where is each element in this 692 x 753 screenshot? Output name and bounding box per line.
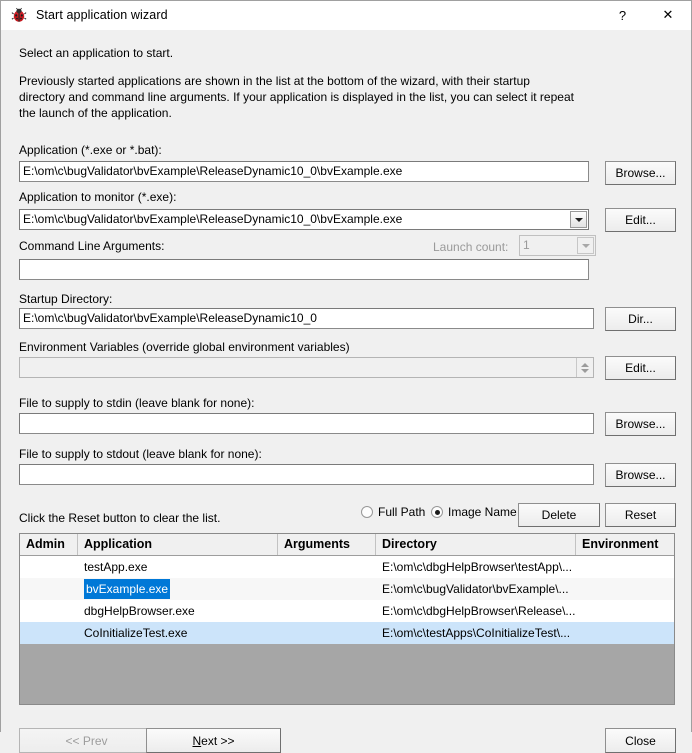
table-row[interactable]: dbgHelpBrowser.exe E:\om\c\dbgHelpBrowse… <box>20 600 674 622</box>
intro-text: Select an application to start. Previous… <box>19 45 619 121</box>
help-button[interactable]: ? <box>600 1 645 29</box>
application-to-monitor-value: E:\om\c\bugValidator\bvExample\ReleaseDy… <box>23 212 403 226</box>
cell-application: dbgHelpBrowser.exe <box>78 600 278 622</box>
radio-image-name-label: Image Name <box>448 505 517 519</box>
application-label: Application (*.exe or *.bat): <box>19 143 162 157</box>
applications-listview[interactable]: Admin Application Arguments Directory En… <box>19 533 675 705</box>
column-header-directory[interactable]: Directory <box>376 534 576 555</box>
start-application-wizard-dialog: Start application wizard ? ✕ Select an a… <box>0 0 692 753</box>
reset-hint-label: Click the Reset button to clear the list… <box>19 511 221 525</box>
application-input[interactable]: E:\om\c\bugValidator\bvExample\ReleaseDy… <box>19 161 589 182</box>
cell-application: testApp.exe <box>78 556 278 578</box>
environment-variables-input[interactable] <box>19 357 594 378</box>
startup-directory-dir-button[interactable]: Dir... <box>605 307 676 331</box>
cell-admin <box>20 622 78 644</box>
cell-arguments <box>278 556 376 578</box>
intro-line-2: Previously started applications are show… <box>19 74 574 120</box>
cell-application-text: testApp.exe <box>84 560 148 574</box>
spin-up-icon[interactable] <box>581 362 589 367</box>
stdout-file-browse-button[interactable]: Browse... <box>605 463 676 487</box>
cell-environment <box>576 622 674 644</box>
column-header-arguments[interactable]: Arguments <box>278 534 376 555</box>
cell-application-text: dbgHelpBrowser.exe <box>84 604 195 618</box>
stdin-file-label: File to supply to stdin (leave blank for… <box>19 396 255 410</box>
spin-down-icon[interactable] <box>581 368 589 373</box>
cell-directory: E:\om\c\bugValidator\bvExample\... <box>382 582 569 596</box>
command-line-arguments-label: Command Line Arguments: <box>19 239 165 253</box>
launch-count-spinner[interactable]: 1 <box>519 235 596 256</box>
cell-admin <box>20 578 78 600</box>
cell-directory: E:\om\c\testApps\CoInitializeTest\... <box>382 626 571 640</box>
cell-application: CoInitializeTest.exe <box>78 622 278 644</box>
startup-directory-input[interactable]: E:\om\c\bugValidator\bvExample\ReleaseDy… <box>19 308 594 329</box>
table-row[interactable]: bvExample.exe E:\om\c\bugValidator\bvExa… <box>20 578 674 600</box>
delete-button[interactable]: Delete <box>518 503 600 527</box>
radio-full-path-indicator <box>361 506 373 518</box>
radio-full-path-label: Full Path <box>378 505 426 519</box>
chevron-down-icon[interactable] <box>570 211 587 228</box>
table-row[interactable]: CoInitializeTest.exe E:\om\c\testApps\Co… <box>20 622 674 644</box>
application-browse-button[interactable]: Browse... <box>605 161 676 185</box>
application-to-monitor-edit-button[interactable]: Edit... <box>605 208 676 232</box>
column-header-environment[interactable]: Environment <box>576 534 674 555</box>
cell-admin <box>20 600 78 622</box>
intro-line-1: Select an application to start. <box>19 46 174 60</box>
cell-environment <box>576 600 674 622</box>
radio-image-name[interactable]: Image Name <box>431 505 517 519</box>
cell-admin <box>20 556 78 578</box>
column-header-application[interactable]: Application <box>78 534 278 555</box>
cell-application-text: bvExample.exe <box>84 579 171 599</box>
next-button-mnemonic: N <box>192 733 202 748</box>
cell-environment <box>576 578 674 600</box>
stdin-file-input[interactable] <box>19 413 594 434</box>
launch-count-label: Launch count: <box>433 240 509 254</box>
title-bar-buttons: ? ✕ <box>600 1 691 29</box>
bug-icon <box>11 7 27 23</box>
cell-directory: E:\om\c\dbgHelpBrowser\testApp\... <box>382 560 573 574</box>
command-line-arguments-input[interactable] <box>19 259 589 280</box>
launch-count-chevron-down-icon[interactable] <box>577 237 594 254</box>
environment-variables-label: Environment Variables (override global e… <box>19 340 350 354</box>
application-to-monitor-label: Application to monitor (*.exe): <box>19 190 177 204</box>
cell-arguments <box>278 622 376 644</box>
radio-image-name-indicator <box>431 506 443 518</box>
cell-application: bvExample.exe <box>78 578 278 600</box>
reset-button[interactable]: Reset <box>605 503 676 527</box>
stdin-file-browse-button[interactable]: Browse... <box>605 412 676 436</box>
cell-environment <box>576 556 674 578</box>
launch-count-value: 1 <box>523 238 530 252</box>
column-header-admin[interactable]: Admin <box>20 534 78 555</box>
title-bar: Start application wizard ? ✕ <box>1 1 691 30</box>
cell-directory: E:\om\c\dbgHelpBrowser\Release\... <box>382 604 576 618</box>
next-button-suffix: ext >> <box>201 733 235 748</box>
listview-header: Admin Application Arguments Directory En… <box>20 534 674 556</box>
startup-directory-label: Startup Directory: <box>19 292 113 306</box>
table-row[interactable]: testApp.exe E:\om\c\dbgHelpBrowser\testA… <box>20 556 674 578</box>
application-to-monitor-combobox[interactable]: E:\om\c\bugValidator\bvExample\ReleaseDy… <box>19 209 589 230</box>
cell-arguments <box>278 578 376 600</box>
cell-arguments <box>278 600 376 622</box>
stdout-file-input[interactable] <box>19 464 594 485</box>
environment-variables-edit-button[interactable]: Edit... <box>605 356 676 380</box>
window-title: Start application wizard <box>36 8 168 22</box>
dialog-body: Select an application to start. Previous… <box>1 30 691 753</box>
radio-full-path[interactable]: Full Path <box>361 505 425 519</box>
stdout-file-label: File to supply to stdout (leave blank fo… <box>19 447 262 461</box>
listview-rows: testApp.exe E:\om\c\dbgHelpBrowser\testA… <box>20 556 674 644</box>
cell-application-text: CoInitializeTest.exe <box>84 626 188 640</box>
close-icon[interactable]: ✕ <box>645 1 691 29</box>
environment-variables-spin-buttons[interactable] <box>576 358 593 377</box>
